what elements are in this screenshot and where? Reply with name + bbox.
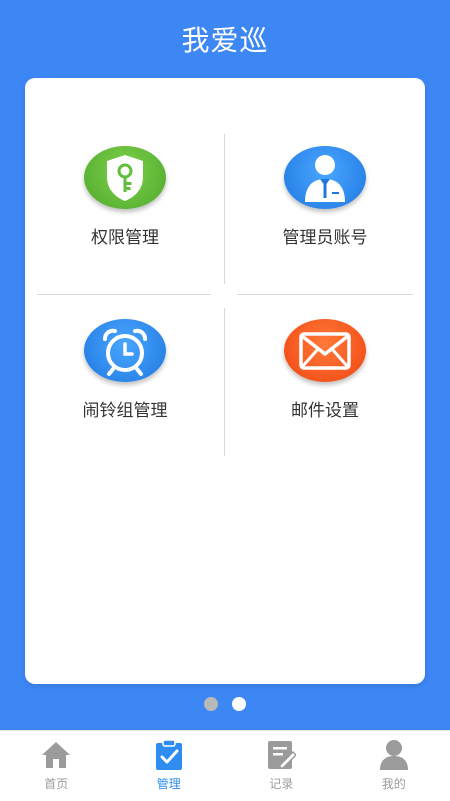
mail-envelope-icon	[284, 319, 366, 382]
admin-person-icon	[284, 146, 366, 209]
menu-item-label: 权限管理	[91, 223, 159, 248]
shield-key-icon	[84, 146, 166, 209]
page-dot-1[interactable]	[204, 697, 218, 711]
menu-item-permission[interactable]: 权限管理	[25, 78, 225, 248]
page-dot-2[interactable]	[232, 697, 246, 711]
menu-card: 权限管理 管理员账号 闹铃组管理	[25, 78, 425, 684]
tab-label: 记录	[269, 775, 293, 792]
clipboard-check-icon	[152, 739, 186, 771]
tab-label: 管理	[157, 775, 181, 792]
tab-mine[interactable]: 我的	[338, 731, 450, 801]
tab-records[interactable]: 记录	[225, 731, 338, 801]
alarm-clock-icon	[84, 319, 166, 382]
user-icon	[377, 739, 411, 771]
menu-item-label: 管理员账号	[283, 223, 368, 248]
record-notebook-icon	[264, 739, 298, 771]
menu-item-label: 闹铃组管理	[83, 396, 168, 421]
app-header: 我爱巡	[0, 0, 450, 78]
menu-item-alarm-group[interactable]: 闹铃组管理	[25, 251, 225, 421]
page-title: 我爱巡	[181, 19, 268, 59]
menu-item-admin-account[interactable]: 管理员账号	[225, 78, 425, 248]
bottom-tab-bar: 首页 管理 记录 我的	[0, 730, 450, 801]
tab-manage[interactable]: 管理	[113, 731, 226, 801]
page-indicator	[0, 697, 450, 711]
menu-item-label: 邮件设置	[291, 396, 359, 421]
menu-item-mail-settings[interactable]: 邮件设置	[225, 251, 425, 421]
home-icon	[39, 739, 73, 771]
tab-label: 我的	[382, 775, 406, 792]
tab-home[interactable]: 首页	[0, 731, 113, 801]
tab-label: 首页	[44, 775, 68, 792]
